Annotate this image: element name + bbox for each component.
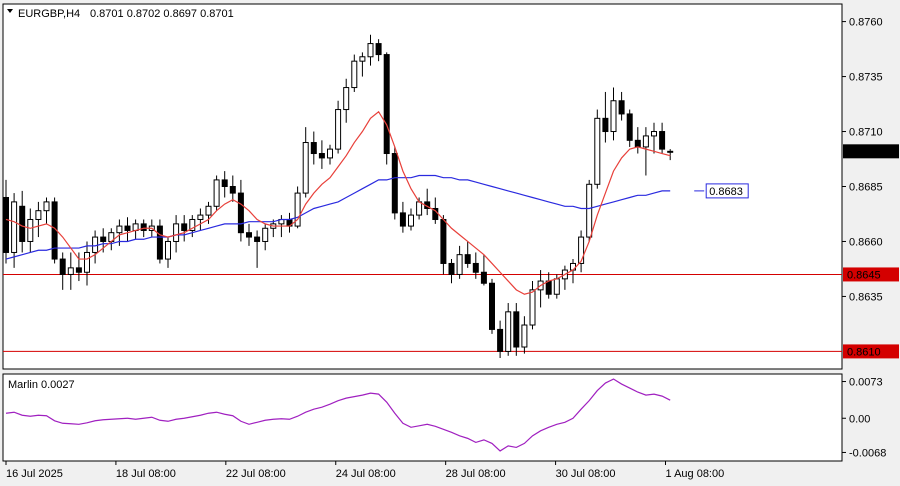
candle[interactable] xyxy=(43,201,50,212)
price-tick-label: 0.8685 xyxy=(849,182,883,194)
candle[interactable] xyxy=(448,262,455,275)
candle[interactable] xyxy=(116,225,123,234)
candle[interactable] xyxy=(545,280,552,295)
osc-tick-label: 0.0073 xyxy=(849,377,883,389)
candle[interactable] xyxy=(626,113,633,141)
candle[interactable] xyxy=(553,278,560,295)
candle[interactable] xyxy=(221,179,228,187)
candle[interactable] xyxy=(586,183,593,238)
candle[interactable] xyxy=(254,236,261,242)
symbol-label: EURGBP,H4 xyxy=(18,8,80,20)
chart-canvas[interactable]: EURGBP,H4 0.8701 0.8702 0.8697 0.8701 0.87… xyxy=(0,0,900,486)
price-tick-label: 0.8760 xyxy=(849,17,883,29)
candle[interactable] xyxy=(27,218,34,242)
candle[interactable] xyxy=(197,214,204,220)
candle[interactable] xyxy=(359,56,366,62)
candle[interactable] xyxy=(262,227,269,242)
candle[interactable] xyxy=(35,210,42,220)
candle[interactable] xyxy=(399,212,406,227)
candle[interactable] xyxy=(497,328,504,352)
candle[interactable] xyxy=(659,131,666,150)
candle[interactable] xyxy=(351,60,358,89)
candle[interactable] xyxy=(610,100,617,133)
candle[interactable] xyxy=(578,236,585,264)
price-tick-label: 0.8735 xyxy=(849,72,883,84)
level-tag-label: 0.8610 xyxy=(847,346,881,358)
candle[interactable] xyxy=(246,232,252,238)
price-tick-label: 0.8710 xyxy=(849,127,883,139)
candle[interactable] xyxy=(594,117,601,185)
candle[interactable] xyxy=(456,254,463,275)
ma-value-label: 0.8683 xyxy=(709,186,743,198)
time-tick-label: 18 Jul 08:00 xyxy=(116,468,176,480)
candle[interactable] xyxy=(667,150,674,153)
indicator-label: Marlin 0.0027 xyxy=(8,379,75,391)
candle[interactable] xyxy=(570,262,576,271)
time-tick-label: 16 Jul 2025 xyxy=(6,468,63,480)
candle[interactable] xyxy=(416,201,423,216)
candle[interactable] xyxy=(618,100,625,115)
candle[interactable] xyxy=(602,117,609,133)
candle[interactable] xyxy=(440,218,447,264)
candle[interactable] xyxy=(343,87,350,111)
candle[interactable] xyxy=(165,240,171,260)
candle[interactable] xyxy=(19,205,26,242)
candle[interactable] xyxy=(327,148,333,159)
candle[interactable] xyxy=(642,135,649,148)
candle[interactable] xyxy=(213,179,220,207)
candle[interactable] xyxy=(513,311,520,348)
candle[interactable] xyxy=(3,196,9,253)
candle[interactable] xyxy=(335,109,342,150)
candle[interactable] xyxy=(634,139,641,148)
candle[interactable] xyxy=(229,186,236,194)
time-tick-label: 22 Jul 08:00 xyxy=(226,468,286,480)
time-tick-label: 28 Jul 08:00 xyxy=(446,468,506,480)
candle[interactable] xyxy=(84,251,90,273)
candle[interactable] xyxy=(156,225,163,260)
time-tick-label: 30 Jul 08:00 xyxy=(556,468,616,480)
candle[interactable] xyxy=(205,205,212,216)
candle[interactable] xyxy=(302,142,309,194)
candle[interactable] xyxy=(464,254,471,264)
candle[interactable] xyxy=(383,54,390,155)
candle[interactable] xyxy=(75,267,82,273)
candle[interactable] xyxy=(318,153,325,159)
candle[interactable] xyxy=(489,282,495,330)
candle[interactable] xyxy=(408,214,414,227)
current-price-label: 0.8701 xyxy=(847,146,881,158)
candle[interactable] xyxy=(391,153,398,214)
candle[interactable] xyxy=(367,43,374,58)
candle[interactable] xyxy=(472,262,479,273)
candle[interactable] xyxy=(173,223,180,242)
price-tick-label: 0.8660 xyxy=(849,236,883,248)
candle[interactable] xyxy=(92,236,99,253)
candle[interactable] xyxy=(124,225,131,231)
candle[interactable] xyxy=(67,267,74,275)
candle[interactable] xyxy=(181,223,188,231)
candle[interactable] xyxy=(11,201,18,253)
candle[interactable] xyxy=(100,236,107,242)
candle[interactable] xyxy=(310,142,317,155)
osc-tick-label: 0.00 xyxy=(849,413,870,425)
candle[interactable] xyxy=(59,258,66,275)
candle[interactable] xyxy=(140,223,147,231)
candle[interactable] xyxy=(480,271,487,284)
oscillator-panel xyxy=(2,373,843,462)
chart-window: EURGBP,H4 0.8701 0.8702 0.8697 0.8701 0.87… xyxy=(0,0,900,486)
time-tick-label: 1 Aug 08:00 xyxy=(666,468,725,480)
candle[interactable] xyxy=(651,131,657,137)
candle[interactable] xyxy=(237,192,244,234)
candle[interactable] xyxy=(521,324,528,348)
osc-tick-label: -0.0068 xyxy=(849,447,886,459)
candle[interactable] xyxy=(529,289,536,326)
time-tick-label: 24 Jul 08:00 xyxy=(336,468,396,480)
price-tick-label: 0.8635 xyxy=(849,291,883,303)
level-tag-label: 0.8645 xyxy=(847,269,881,281)
candle[interactable] xyxy=(375,43,382,56)
ohlc-readout: 0.8701 0.8702 0.8697 0.8701 xyxy=(90,8,234,20)
candle[interactable] xyxy=(505,311,512,352)
